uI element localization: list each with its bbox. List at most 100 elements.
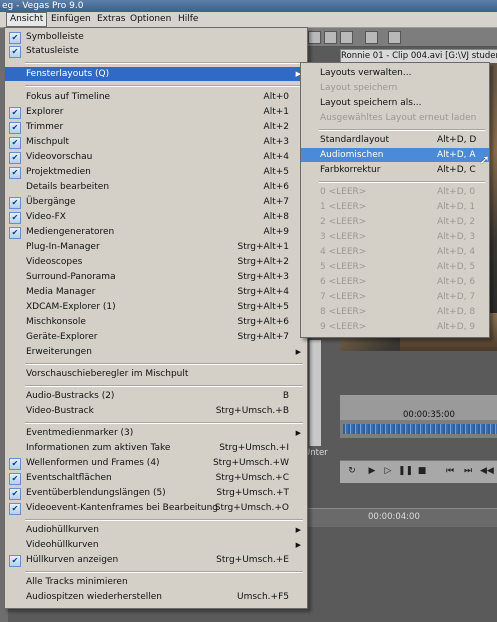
menu-item-fensterlayouts[interactable]: Fensterlayouts (Q) ▶ [5,67,307,81]
submenu-item-farbkorrektur[interactable]: Farbkorrektur Alt+D, C [301,163,489,177]
trimmer-time: 00:00:35:00 [403,410,455,420]
menu-separator [25,85,303,87]
menu-einfuegen[interactable]: Einfügen [48,12,94,27]
submenu-item-slot-2: 2 <LEER> Alt+D, 2 [301,215,489,229]
play-icon[interactable]: ▷ [382,465,394,477]
submenu-item-slot-1: 1 <LEER> Alt+D, 1 [301,200,489,214]
menu-item-label: Explorer [26,107,64,117]
menu-item-mischkonsole[interactable]: Mischkonsole Strg+Alt+6 [5,315,307,329]
menu-item-vorschauschieberegler[interactable]: Vorschauschieberegler im Mischpult [5,367,307,381]
menu-item-alle-tracks-minimieren[interactable]: Alle Tracks minimieren [5,575,307,589]
menu-item-shortcut: Strg+Umsch.+C [215,473,289,483]
submenu-item-label: 9 <LEER> [320,322,367,332]
vertical-scrollbar[interactable] [309,340,321,446]
menu-item-wellenformen[interactable]: ✔ Wellenformen und Frames (4) Strg+Umsch.+… [5,456,307,470]
toolbar-icon[interactable] [324,31,337,44]
menu-item-huellkurven-anzeigen[interactable]: ✔ Hüllkurven anzeigen Strg+Umsch.+E [5,553,307,567]
menu-ansicht[interactable]: Ansicht [6,12,48,27]
menu-item-plugin-manager[interactable]: Plug-In-Manager Strg+Alt+1 [5,240,307,254]
menu-item-projektmedien[interactable]: ✔ Projektmedien Alt+5 [5,165,307,179]
menu-item-videoscopes[interactable]: Videoscopes Strg+Alt+2 [5,255,307,269]
menu-item-informationen-take[interactable]: Informationen zum aktiven Take Strg+Umsch… [5,441,307,455]
menu-item-shortcut: Alt+6 [263,182,289,192]
menu-item-eventueberblendungslaengen[interactable]: ✔ Eventüberblendungslängen (5) Strg+Umsch.… [5,486,307,500]
submenu-item-layouts-verwalten[interactable]: Layouts verwalten... [301,66,489,80]
submenu-item-layout-speichern-als[interactable]: Layout speichern als... [301,96,489,110]
menu-separator [25,385,303,387]
submenu-item-label: Audiomischen [320,150,384,160]
submenu-arrow-icon: ▶ [295,541,301,549]
menu-item-label: Video-Bustrack [26,406,94,416]
menu-item-eventmedienmarker[interactable]: Eventmedienmarker (3) ▶ [5,426,307,440]
menu-item-videohuellkurven[interactable]: Videohüllkurven ▶ [5,538,307,552]
menu-item-shortcut: Umsch.+F5 [236,592,289,602]
menu-item-label: XDCAM-Explorer (1) [26,302,116,312]
check-icon: ✔ [9,137,21,149]
menu-item-statusleiste[interactable]: ✔ Statusleiste [5,44,307,58]
stop-icon[interactable]: ■ [416,465,428,477]
menu-item-media-manager[interactable]: Media Manager Strg+Alt+4 [5,285,307,299]
menu-item-trimmer[interactable]: ✔ Trimmer Alt+2 [5,120,307,134]
menu-item-videoevent-kantenframes[interactable]: ✔ Videoevent-Kantenframes bei Bearbeitung… [5,501,307,515]
menu-item-label: Videoevent-Kantenframes bei Bearbeitung [26,503,219,513]
submenu-item-label: Standardlayout [320,135,390,145]
menu-item-label: Fokus auf Timeline [26,92,111,102]
check-icon: ✔ [9,488,21,500]
submenu-item-shortcut: Alt+D, 8 [437,307,476,317]
toolbar-icon[interactable] [308,31,321,44]
menu-separator [25,571,303,573]
go-to-start-icon[interactable]: ⏮ [444,465,456,477]
submenu-item-label: 1 <LEER> [320,202,367,212]
menu-item-label: Geräte-Explorer [26,332,98,342]
menu-item-video-fx[interactable]: ✔ Video-FX Alt+8 [5,210,307,224]
tool-icon[interactable] [388,31,401,44]
menu-item-label: Eventmedienmarker (3) [26,428,134,438]
menu-item-mischpult[interactable]: ✔ Mischpult Alt+3 [5,135,307,149]
brush-icon[interactable] [365,31,378,44]
menu-optionen[interactable]: Optionen [127,12,174,27]
menu-item-geraete-explorer[interactable]: Geräte-Explorer Strg+Alt+7 [5,330,307,344]
menu-item-mediengeneratoren[interactable]: ✔ Mediengeneratoren Alt+9 [5,225,307,239]
menu-item-uebergaenge[interactable]: ✔ Übergänge Alt+7 [5,195,307,209]
menu-item-fokus-timeline[interactable]: Fokus auf Timeline Alt+0 [5,90,307,104]
menu-item-xdcam-explorer[interactable]: XDCAM-Explorer (1) Strg+Alt+5 [5,300,307,314]
menu-item-label: Wellenformen und Frames (4) [26,458,160,468]
menu-item-surround-panorama[interactable]: Surround-Panorama Strg+Alt+3 [5,270,307,284]
menu-item-shortcut: B [282,391,289,401]
submenu-arrow-icon: ▶ [295,348,301,356]
menu-item-symbolleiste[interactable]: ✔ Symbolleiste [5,30,307,44]
menu-item-erweiterungen[interactable]: Erweiterungen ▶ [5,345,307,359]
check-icon: ✔ [9,152,21,164]
submenu-item-label: 2 <LEER> [320,217,367,227]
go-to-end-icon[interactable]: ⏭ [462,465,474,477]
menu-item-eventschaltflaechen[interactable]: ✔ Eventschaltflächen Strg+Umsch.+C [5,471,307,485]
menu-item-video-bustrack[interactable]: Video-Bustrack Strg+Umsch.+B [5,404,307,418]
check-icon: ✔ [9,46,21,58]
menu-item-label: Media Manager [26,287,96,297]
menu-item-shortcut: Strg+Umsch.+I [219,443,289,453]
menu-item-audiospitzen[interactable]: Audiospitzen wiederherstellen Umsch.+F5 [5,590,307,604]
pause-icon[interactable]: ❚❚ [398,465,413,477]
submenu-item-shortcut: Alt+D, C [437,165,476,175]
menu-extras[interactable]: Extras [94,12,128,27]
submenu-item-label: 3 <LEER> [320,232,367,242]
submenu-item-shortcut: Alt+D, 4 [437,247,476,257]
menu-item-audiohuellkurven[interactable]: Audiohüllkurven ▶ [5,523,307,537]
loop-icon[interactable]: ↻ [346,465,358,477]
window-titlebar: eg - Vegas Pro 9.0 [0,0,497,12]
menu-item-label: Audiospitzen wiederherstellen [26,592,162,602]
submenu-item-standardlayout[interactable]: Standardlayout Alt+D, D [301,133,489,147]
menu-item-explorer[interactable]: ✔ Explorer Alt+1 [5,105,307,119]
menu-item-details-bearbeiten[interactable]: Details bearbeiten Alt+6 [5,180,307,194]
toolbar-icon[interactable] [340,31,353,44]
submenu-item-audiomischen[interactable]: Audiomischen Alt+D, A [301,148,489,162]
menu-item-shortcut: Strg+Alt+5 [237,302,290,312]
timeline-time: 00:00:04:00 [368,512,420,522]
menu-item-videovorschau[interactable]: ✔ Videovorschau Alt+4 [5,150,307,164]
menu-item-audio-bustracks[interactable]: Audio-Bustracks (2) B [5,389,307,403]
rewind-icon[interactable]: ◀◀ [480,465,494,477]
menu-item-label: Alle Tracks minimieren [26,577,128,587]
menu-hilfe[interactable]: Hilfe [175,12,201,27]
play-from-start-icon[interactable]: ▶ [366,465,378,477]
menu-item-label: Videovorschau [26,152,93,162]
